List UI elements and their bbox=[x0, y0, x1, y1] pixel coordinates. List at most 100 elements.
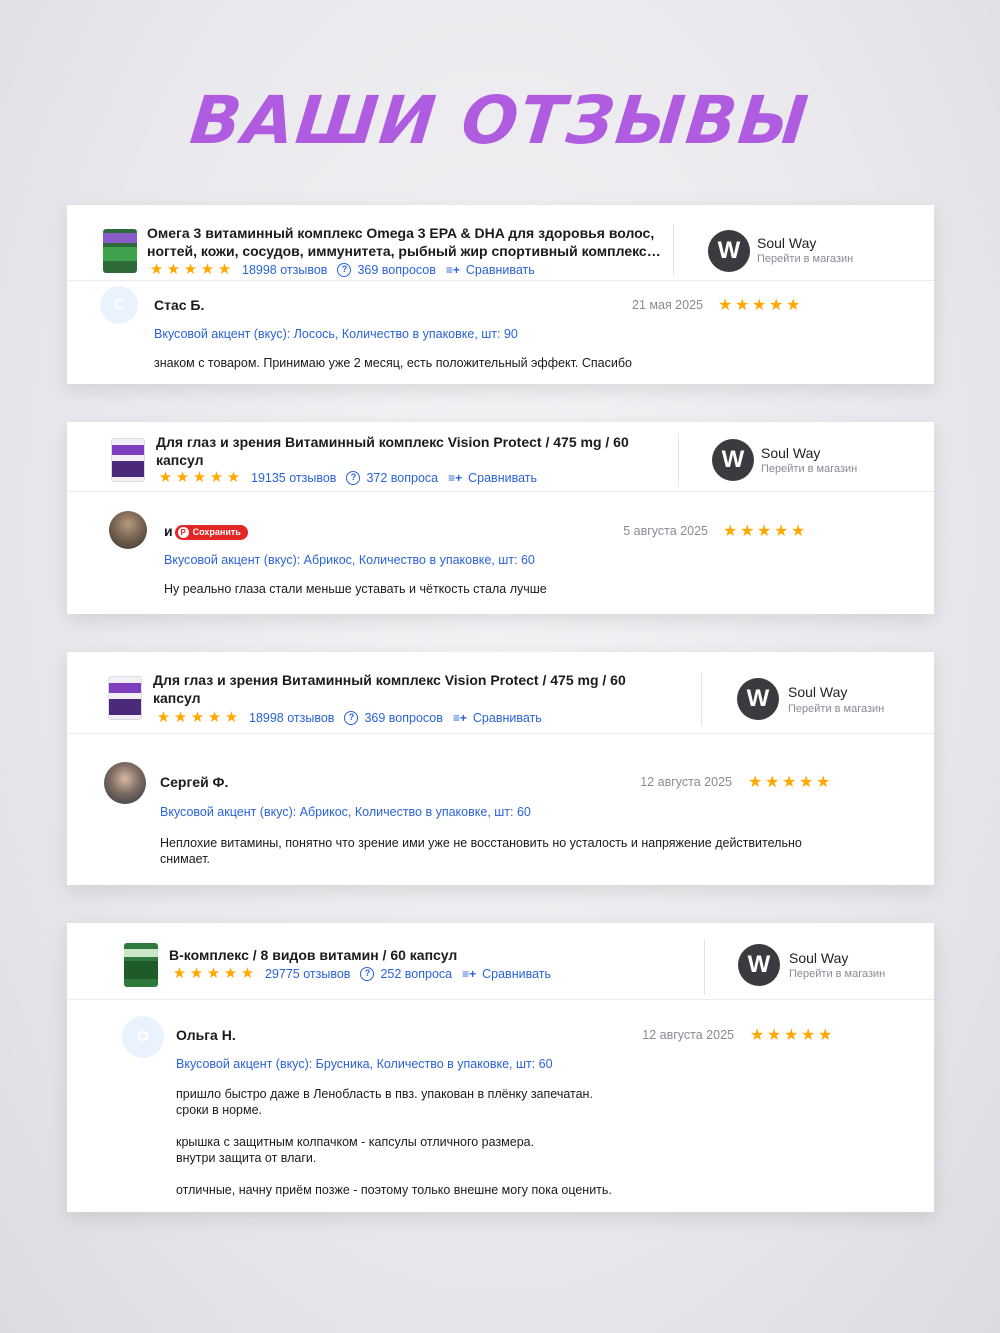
compare-icon: ≡+ bbox=[445, 262, 460, 277]
star-icon: ★ bbox=[200, 261, 215, 278]
divider bbox=[678, 434, 679, 486]
product-thumbnail[interactable] bbox=[111, 438, 145, 482]
review-variant: Вкусовой акцент (вкус): Абрикос, Количес… bbox=[160, 805, 531, 819]
star-icon: ★ bbox=[748, 774, 763, 791]
divider bbox=[673, 224, 674, 276]
review-date: 5 августа 2025 bbox=[623, 524, 708, 538]
product-header[interactable]: Омега 3 витаминный комплекс Omega 3 EPA … bbox=[67, 205, 934, 281]
pinterest-save-button[interactable]: P Сохранить bbox=[174, 524, 248, 540]
review-rating-stars: ★ ★ ★ ★ ★ bbox=[750, 1025, 832, 1045]
soul-way-logo-icon[interactable]: W bbox=[737, 678, 779, 720]
avatar bbox=[104, 762, 146, 804]
star-icon: ★ bbox=[166, 261, 181, 278]
review-author-name: и bbox=[164, 523, 173, 539]
product-header[interactable]: Для глаз и зрения Витаминный комплекс Vi… bbox=[67, 652, 934, 734]
product-meta: ★ ★ ★ ★ ★ 18998 отзывов ? 369 вопросов ≡+ Срав… bbox=[149, 262, 535, 277]
product-rating-stars: ★ ★ ★ ★ ★ bbox=[149, 262, 232, 277]
compare-label: Сравнивать bbox=[482, 966, 551, 981]
star-icon: ★ bbox=[209, 469, 224, 486]
compare-button[interactable]: ≡+ Сравнивать bbox=[453, 711, 542, 725]
review-variant: Вкусовой акцент (вкус): Лосось, Количест… bbox=[154, 327, 518, 341]
star-icon: ★ bbox=[767, 1027, 782, 1044]
star-icon: ★ bbox=[149, 261, 164, 278]
reviews-count-link[interactable]: 18998 отзывов bbox=[249, 711, 334, 725]
review-date: 21 мая 2025 bbox=[632, 298, 703, 312]
product-header[interactable]: B-комплекс / 8 видов витамин / 60 капсул… bbox=[67, 923, 934, 1000]
compare-icon: ≡+ bbox=[452, 710, 467, 725]
soul-way-logo-icon[interactable]: W bbox=[738, 944, 780, 986]
reviews-count-link[interactable]: 19135 отзывов bbox=[251, 471, 336, 485]
avatar: С bbox=[100, 286, 138, 324]
shop-link[interactable]: Перейти в магазин bbox=[788, 703, 884, 715]
question-bubble-icon: ? bbox=[360, 966, 375, 981]
star-icon: ★ bbox=[740, 523, 755, 540]
product-meta: ★ ★ ★ ★ ★ 29775 отзывов ? 252 вопроса ≡+ Сравн… bbox=[172, 966, 551, 981]
star-icon: ★ bbox=[183, 261, 198, 278]
review-author: и P Сохранить bbox=[164, 523, 248, 540]
questions-count: 252 вопроса bbox=[380, 966, 453, 981]
shop-name[interactable]: Soul Way bbox=[788, 684, 847, 700]
product-meta: ★ ★ ★ ★ ★ 18998 отзывов ? 369 вопросов ≡+ Срав… bbox=[156, 710, 542, 725]
product-title[interactable]: Для глаз и зрения Витаминный комплекс Vi… bbox=[156, 433, 656, 469]
pinterest-save-icon: P bbox=[177, 526, 189, 538]
star-icon: ★ bbox=[718, 297, 733, 314]
product-thumbnail[interactable] bbox=[103, 229, 137, 273]
compare-button[interactable]: ≡+ Сравнивать bbox=[446, 263, 535, 277]
star-icon: ★ bbox=[782, 774, 797, 791]
reviews-count-link[interactable]: 18998 отзывов bbox=[242, 263, 327, 277]
shop-link[interactable]: Перейти в магазин bbox=[789, 968, 885, 980]
product-header[interactable]: Для глаз и зрения Витаминный комплекс Vi… bbox=[67, 422, 934, 492]
star-icon: ★ bbox=[786, 297, 801, 314]
shop-name[interactable]: Soul Way bbox=[757, 235, 816, 251]
soul-way-logo-icon[interactable]: W bbox=[708, 230, 750, 272]
star-icon: ★ bbox=[156, 709, 171, 726]
review-variant: Вкусовой акцент (вкус): Брусника, Количе… bbox=[176, 1057, 553, 1071]
page-title: ВАШИ ОТЗЫВЫ bbox=[186, 82, 814, 159]
review-author: Сергей Ф. bbox=[160, 774, 229, 790]
reviews-count-link[interactable]: 29775 отзывов bbox=[265, 967, 350, 981]
review-text: Неплохие витамины, понятно что зрение им… bbox=[160, 836, 802, 866]
star-icon: ★ bbox=[801, 1027, 816, 1044]
product-title[interactable]: Для глаз и зрения Витаминный комплекс Vi… bbox=[153, 671, 663, 707]
review-text: Ну реально глаза стали меньше уставать и… bbox=[164, 582, 547, 596]
star-icon: ★ bbox=[240, 965, 255, 982]
divider bbox=[701, 672, 702, 726]
review-rating-stars: ★ ★ ★ ★ ★ bbox=[718, 295, 800, 315]
product-title[interactable]: B-комплекс / 8 видов витамин / 60 капсул bbox=[169, 946, 649, 964]
compare-button[interactable]: ≡+ Сравнивать bbox=[448, 471, 537, 485]
review-card-3: Для глаз и зрения Витаминный комплекс Vi… bbox=[67, 652, 934, 885]
product-rating-stars: ★ ★ ★ ★ ★ bbox=[172, 966, 255, 981]
shop-link[interactable]: Перейти в магазин bbox=[761, 463, 857, 475]
shop-link[interactable]: Перейти в магазин bbox=[757, 253, 853, 265]
compare-label: Сравнивать bbox=[468, 470, 537, 485]
questions-link[interactable]: ? 369 вопросов bbox=[344, 710, 443, 725]
compare-icon: ≡+ bbox=[462, 966, 477, 981]
star-icon: ★ bbox=[757, 523, 772, 540]
star-icon: ★ bbox=[158, 469, 173, 486]
question-bubble-icon: ? bbox=[337, 262, 352, 277]
questions-link[interactable]: ? 369 вопросов bbox=[337, 262, 436, 277]
product-thumbnail[interactable] bbox=[108, 676, 142, 720]
star-icon: ★ bbox=[723, 523, 738, 540]
questions-count: 369 вопросов bbox=[364, 710, 443, 725]
questions-link[interactable]: ? 252 вопроса bbox=[360, 966, 453, 981]
soul-way-logo-icon[interactable]: W bbox=[712, 439, 754, 481]
star-icon: ★ bbox=[224, 709, 239, 726]
avatar bbox=[109, 511, 147, 549]
compare-button[interactable]: ≡+ Сравнивать bbox=[462, 967, 551, 981]
review-text: знаком с товаром. Принимаю уже 2 месяц, … bbox=[154, 356, 632, 370]
review-card-4: B-комплекс / 8 видов витамин / 60 капсул… bbox=[67, 923, 934, 1212]
star-icon: ★ bbox=[175, 469, 190, 486]
question-bubble-icon: ? bbox=[346, 470, 361, 485]
review-variant: Вкусовой акцент (вкус): Абрикос, Количес… bbox=[164, 553, 535, 567]
product-thumbnail[interactable] bbox=[124, 943, 158, 987]
review-author: Ольга Н. bbox=[176, 1027, 236, 1043]
divider bbox=[704, 939, 705, 995]
star-icon: ★ bbox=[752, 297, 767, 314]
product-title[interactable]: Омега 3 витаминный комплекс Omega 3 EPA … bbox=[147, 224, 662, 260]
questions-link[interactable]: ? 372 вопроса bbox=[346, 470, 438, 485]
star-icon: ★ bbox=[192, 469, 207, 486]
shop-name[interactable]: Soul Way bbox=[789, 950, 848, 966]
shop-name[interactable]: Soul Way bbox=[761, 445, 820, 461]
star-icon: ★ bbox=[750, 1027, 765, 1044]
